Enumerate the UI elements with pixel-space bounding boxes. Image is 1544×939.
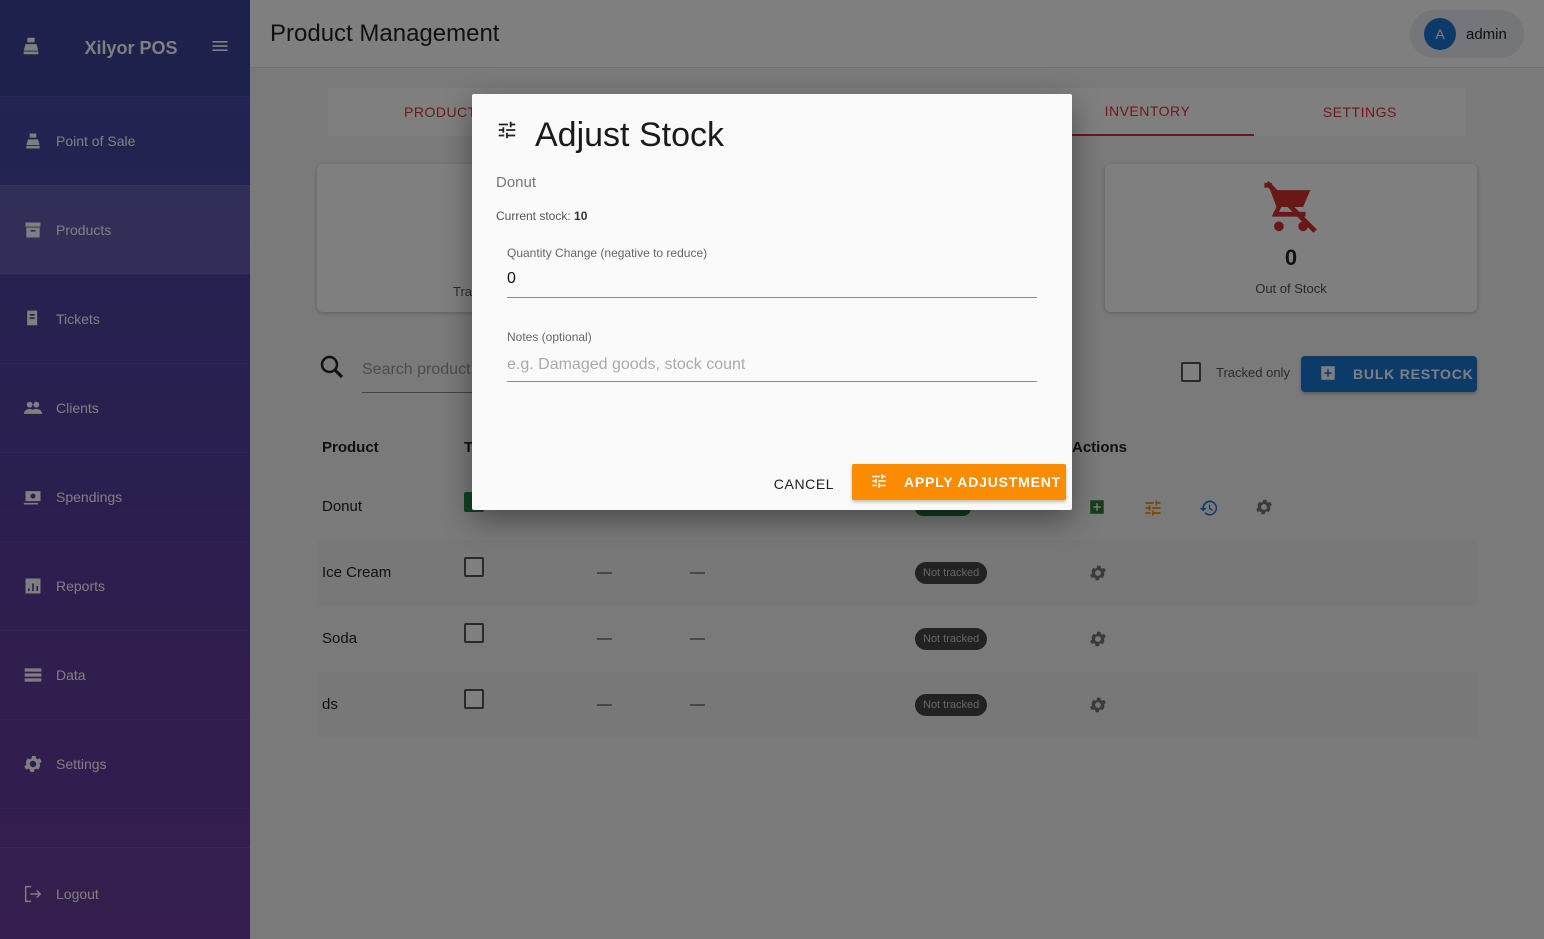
dialog-title-row: Adjust Stock (496, 116, 724, 155)
quantity-field: Quantity Change (negative to reduce) 0 (507, 246, 1037, 298)
tune-icon (870, 472, 888, 493)
cancel-button[interactable]: CANCEL (762, 466, 846, 502)
quantity-input[interactable]: 0 (507, 270, 1037, 298)
current-stock-label: Current stock: (496, 209, 571, 223)
adjust-stock-dialog: Adjust Stock Donut Current stock: 10 Qua… (472, 94, 1072, 510)
current-stock: Current stock: 10 (496, 209, 587, 223)
apply-adjustment-button[interactable]: APPLY ADJUSTMENT (852, 464, 1066, 500)
tune-icon (496, 119, 520, 143)
notes-label: Notes (optional) (507, 330, 592, 344)
apply-adjustment-label: APPLY ADJUSTMENT (904, 474, 1061, 490)
notes-input[interactable] (507, 354, 1037, 382)
dialog-title: Adjust Stock (535, 116, 724, 154)
notes-field: Notes (optional) (507, 330, 1037, 382)
dialog-product-name: Donut (496, 174, 537, 191)
current-stock-value: 10 (574, 209, 588, 223)
quantity-label: Quantity Change (negative to reduce) (507, 246, 708, 260)
